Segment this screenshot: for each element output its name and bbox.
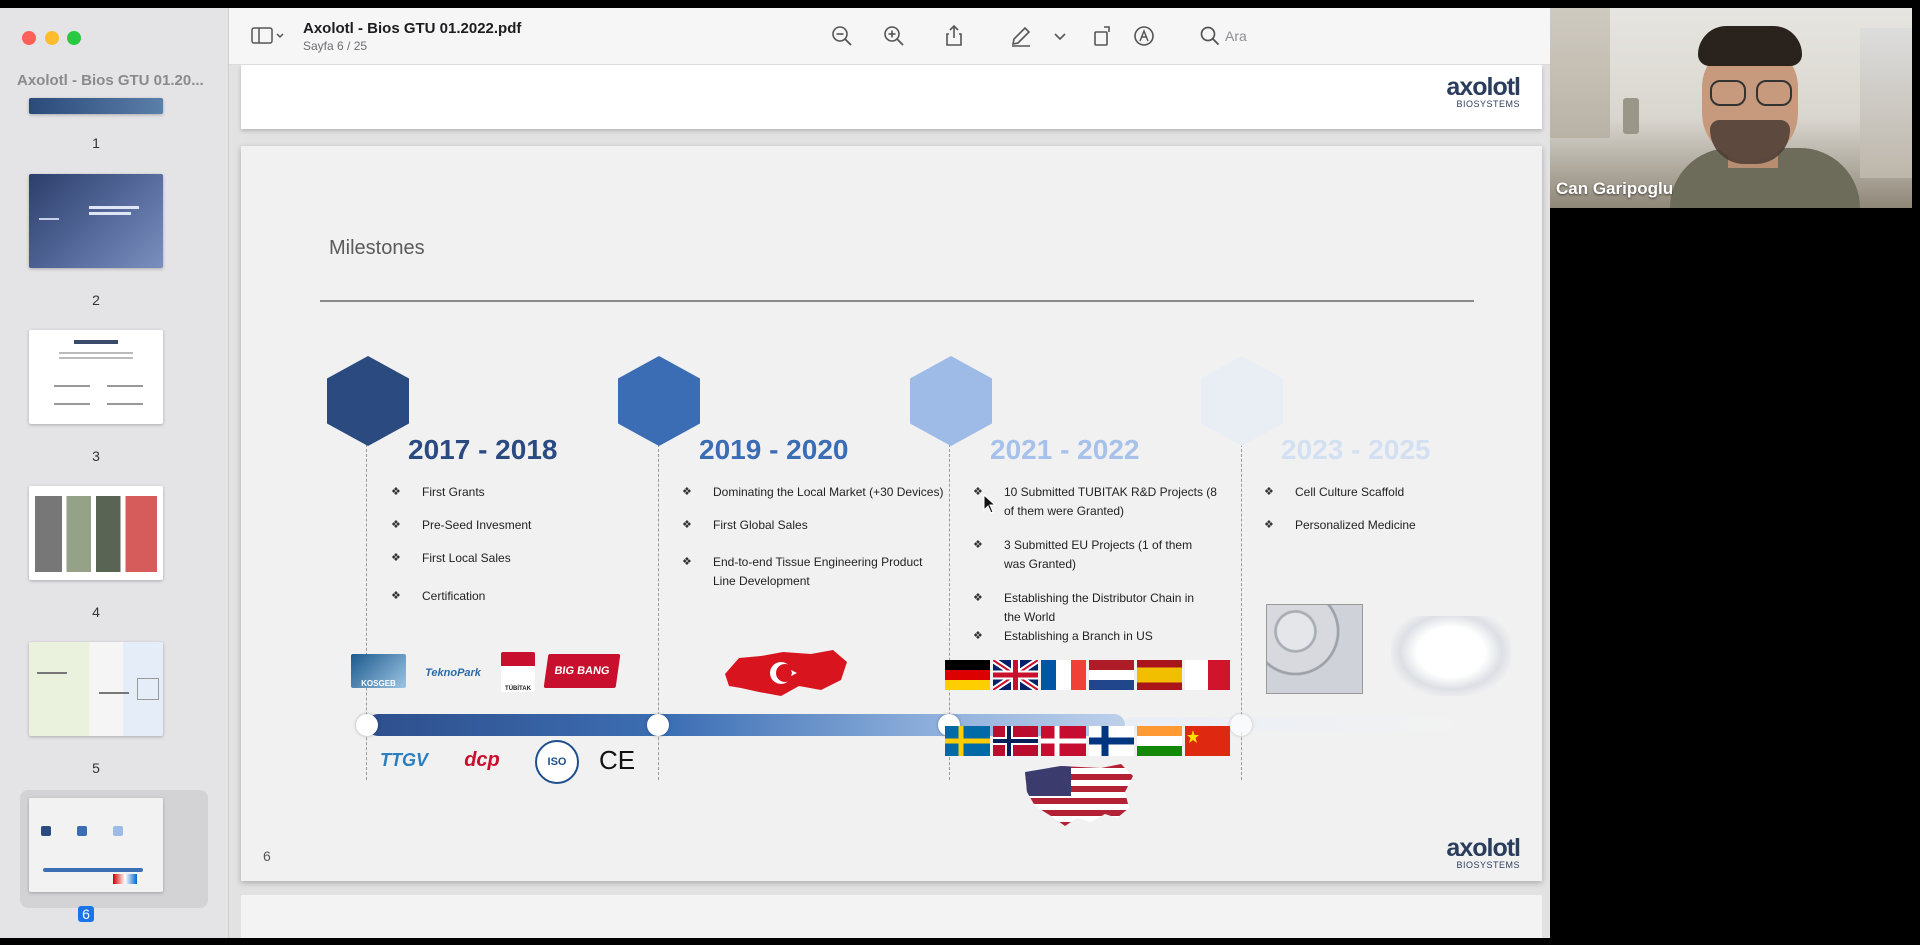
spain-flag-icon	[1137, 660, 1182, 690]
zoom-out-icon[interactable]	[830, 24, 854, 48]
tubitak-logo: TÜBİTAK	[501, 652, 535, 692]
sidebar-document-title: Axolotl - Bios GTU 01.20...	[17, 72, 204, 89]
sidebar-toggle-icon[interactable]	[251, 24, 287, 48]
person-hair	[1698, 26, 1802, 66]
kosgeb-logo: KOSGEB	[351, 654, 406, 688]
axolotl-logo: axolotl BIOSYSTEMS	[1446, 834, 1521, 871]
page-number-label: 5	[92, 760, 100, 776]
preview-window: Axolotl - Bios GTU 01.20... 1 2 3 4 5 6 …	[0, 8, 1550, 938]
background-bottle	[1623, 98, 1639, 134]
thumbnail-image	[29, 642, 163, 736]
china-flag-icon	[1185, 726, 1230, 756]
period-label: 2017 - 2018	[408, 434, 558, 465]
mouse-cursor-icon	[983, 494, 997, 514]
turkey-map-icon	[725, 650, 847, 696]
thumbnail-sidebar: Axolotl - Bios GTU 01.20... 1 2 3 4 5 6	[0, 8, 229, 938]
scaffold-image	[1391, 616, 1511, 696]
dcp-logo: dcp	[464, 748, 500, 771]
chevron-down-icon[interactable]	[1052, 24, 1068, 48]
usa-map-icon	[1025, 764, 1133, 826]
sweden-flag-icon	[945, 726, 990, 756]
thumbnail-image	[29, 798, 163, 892]
malta-flag-icon	[1185, 660, 1230, 690]
zoom-in-icon[interactable]	[882, 24, 906, 48]
previous-page-bottom: axolotl BIOSYSTEMS	[241, 65, 1542, 129]
close-window-button[interactable]	[22, 31, 36, 45]
milestone-hexagon	[618, 356, 700, 446]
page-indicator: Sayfa 6 / 25	[303, 39, 368, 53]
participant-video-tile[interactable]: Can Garipoglu	[1550, 8, 1912, 208]
title-divider	[320, 300, 1474, 302]
period-label: 2023 - 2025	[1281, 434, 1431, 465]
germany-flag-icon	[945, 660, 990, 690]
thumbnail-image	[29, 486, 163, 580]
glasses-right-lens	[1756, 80, 1792, 106]
thumbnail-image	[29, 174, 163, 268]
slide-page: Milestones 2017 - 2018 2019 - 2020 2021 …	[241, 146, 1542, 881]
annotate-icon[interactable]	[1132, 24, 1156, 48]
timeline-node	[1230, 714, 1252, 736]
participant-name: Can Garipoglu	[1556, 179, 1674, 198]
page-number-label: 1	[92, 135, 100, 151]
denmark-flag-icon	[1041, 726, 1086, 756]
toolbar: Axolotl - Bios GTU 01.2022.pdf Sayfa 6 /…	[229, 8, 1550, 65]
search-input[interactable]	[1223, 25, 1517, 47]
norway-flag-icon	[993, 726, 1038, 756]
slide-title: Milestones	[329, 237, 425, 259]
document-title: Axolotl - Bios GTU 01.2022.pdf	[303, 20, 522, 37]
rotate-icon[interactable]	[1091, 24, 1115, 48]
thumbnail-image	[29, 330, 163, 424]
page-number-label: 3	[92, 448, 100, 464]
milestone-hexagon	[1201, 356, 1283, 446]
milestone-hexagon	[327, 356, 409, 446]
slide-page-number: 6	[263, 848, 271, 864]
glasses-left-lens	[1710, 80, 1746, 106]
period-label: 2021 - 2022	[990, 434, 1140, 465]
bigbang-logo: BIG BANG	[543, 654, 621, 688]
search-icon	[1200, 26, 1220, 46]
markup-pen-icon[interactable]	[1009, 24, 1033, 48]
ttgv-logo: TTGV	[380, 749, 428, 770]
india-flag-icon	[1137, 726, 1182, 756]
iso-logo: ISO	[535, 740, 579, 784]
search-field[interactable]	[1195, 23, 1525, 49]
minimize-window-button[interactable]	[45, 31, 59, 45]
next-page-top	[241, 895, 1542, 938]
timeline-node	[647, 714, 669, 736]
page-number-label: 2	[92, 292, 100, 308]
page-number-label: 6	[78, 906, 94, 922]
teknopark-logo: TeknoPark	[425, 667, 481, 679]
france-flag-icon	[1041, 660, 1086, 690]
axolotl-logo: axolotl BIOSYSTEMS	[1446, 73, 1521, 110]
cell-culture-plate-image	[1266, 604, 1363, 694]
finland-flag-icon	[1089, 726, 1134, 756]
page-number-label: 4	[92, 604, 100, 620]
period-label: 2019 - 2020	[699, 434, 849, 465]
timeline-node	[356, 714, 378, 736]
background-wall	[1860, 28, 1912, 178]
document-view[interactable]: axolotl BIOSYSTEMS Milestones 2017 - 201…	[229, 65, 1550, 938]
share-icon[interactable]	[942, 24, 966, 48]
ce-mark-logo: CE	[598, 744, 636, 775]
uk-flag-icon	[993, 660, 1038, 690]
background-shelf	[1550, 8, 1610, 138]
zoom-window-button[interactable]	[67, 31, 81, 45]
thumbnail-image	[29, 98, 163, 114]
milestone-hexagon	[910, 356, 992, 446]
netherlands-flag-icon	[1089, 660, 1134, 690]
